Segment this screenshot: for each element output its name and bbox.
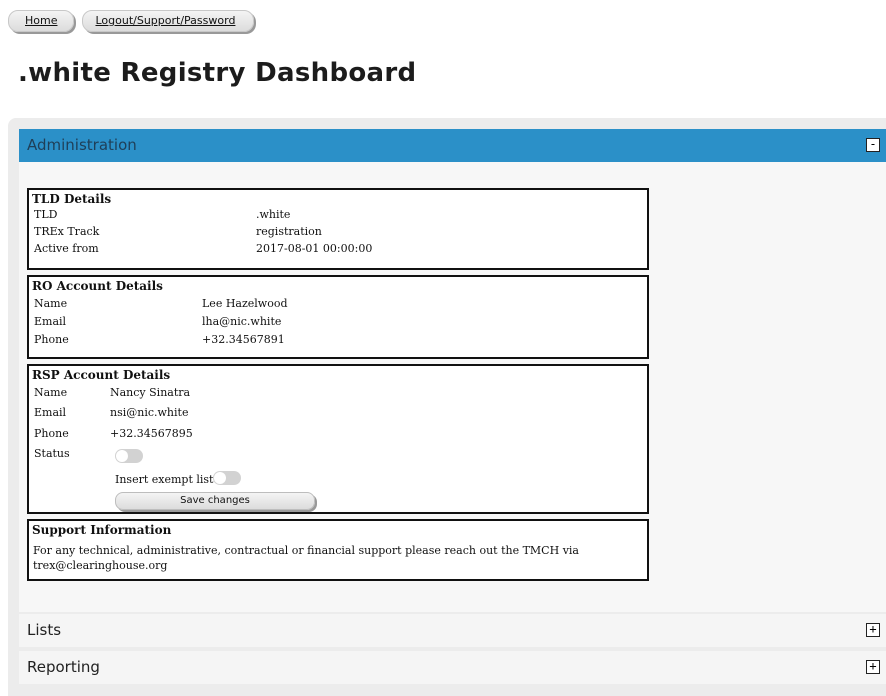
- ro-name-row: Name Lee Hazelwood: [34, 296, 288, 312]
- rsp-phone-row: Phone +32.34567895: [34, 426, 193, 442]
- active-from-label: Active from: [34, 242, 99, 255]
- rsp-name-value: Nancy Sinatra: [110, 386, 191, 399]
- rsp-name-label: Name: [34, 386, 68, 399]
- ro-email-row: Email lha@nic.white: [34, 314, 281, 330]
- home-link[interactable]: Home: [8, 10, 75, 32]
- status-toggle[interactable]: [115, 449, 143, 463]
- ro-phone-label: Phone: [34, 333, 69, 346]
- rsp-account-details-box: RSP Account Details Name Nancy Sinatra E…: [27, 364, 649, 514]
- ro-account-details-box: RO Account Details Name Lee Hazelwood Em…: [27, 275, 649, 359]
- tld-label: TLD: [34, 208, 58, 221]
- dashboard-panel: Administration - TLD Details TLD .white …: [8, 118, 886, 696]
- tld-details-title: TLD Details: [32, 192, 112, 206]
- insert-exempt-row: Insert exempt list: [115, 472, 213, 488]
- ro-phone-row: Phone +32.34567891: [34, 332, 285, 348]
- expand-icon[interactable]: +: [866, 660, 880, 674]
- rsp-status-label: Status: [34, 447, 70, 460]
- trex-track-label: TREx Track: [34, 225, 100, 238]
- rsp-phone-label: Phone: [34, 427, 69, 440]
- ro-account-details-title: RO Account Details: [32, 279, 163, 293]
- rsp-email-value: nsi@nic.white: [110, 406, 189, 419]
- active-from-row: Active from 2017-08-01 00:00:00: [34, 241, 372, 257]
- save-changes-button[interactable]: Save changes: [115, 492, 315, 510]
- rsp-email-label: Email: [34, 406, 67, 419]
- reporting-section-label: Reporting: [27, 658, 100, 676]
- collapse-icon[interactable]: -: [866, 138, 880, 152]
- ro-phone-value: +32.34567891: [202, 333, 285, 346]
- ro-name-label: Name: [34, 297, 68, 310]
- rsp-status-row: Status: [34, 446, 70, 462]
- trex-track-value: registration: [256, 225, 322, 238]
- active-from-value: 2017-08-01 00:00:00: [256, 242, 373, 255]
- rsp-email-row: Email nsi@nic.white: [34, 405, 188, 421]
- ro-name-value: Lee Hazelwood: [202, 297, 288, 310]
- administration-section-body: TLD Details TLD .white TREx Track regist…: [19, 162, 886, 612]
- rsp-account-details-title: RSP Account Details: [32, 368, 171, 382]
- insert-exempt-label: Insert exempt list: [115, 473, 214, 486]
- reporting-section-header[interactable]: Reporting +: [19, 651, 886, 684]
- rsp-phone-value: +32.34567895: [110, 427, 193, 440]
- lists-section-label: Lists: [27, 621, 62, 639]
- tld-row: TLD .white: [34, 207, 290, 223]
- support-information-box: Support Information For any technical, a…: [27, 519, 649, 581]
- top-navigation: Home Logout/Support/Password: [8, 10, 255, 32]
- ro-email-label: Email: [34, 315, 67, 328]
- administration-section-header[interactable]: Administration -: [19, 129, 886, 162]
- support-information-text: For any technical, administrative, contr…: [33, 544, 579, 572]
- logout-support-password-link[interactable]: Logout/Support/Password: [82, 10, 255, 32]
- support-information-title: Support Information: [32, 523, 172, 537]
- administration-section-label: Administration: [27, 136, 137, 154]
- rsp-name-row: Name Nancy Sinatra: [34, 385, 190, 401]
- expand-icon[interactable]: +: [866, 623, 880, 637]
- trex-track-row: TREx Track registration: [34, 224, 322, 240]
- lists-section-header[interactable]: Lists +: [19, 614, 886, 647]
- page-title: .white Registry Dashboard: [18, 58, 417, 88]
- tld-value: .white: [256, 208, 291, 221]
- ro-email-value: lha@nic.white: [202, 315, 282, 328]
- insert-exempt-toggle[interactable]: [213, 471, 241, 485]
- tld-details-box: TLD Details TLD .white TREx Track regist…: [27, 188, 649, 270]
